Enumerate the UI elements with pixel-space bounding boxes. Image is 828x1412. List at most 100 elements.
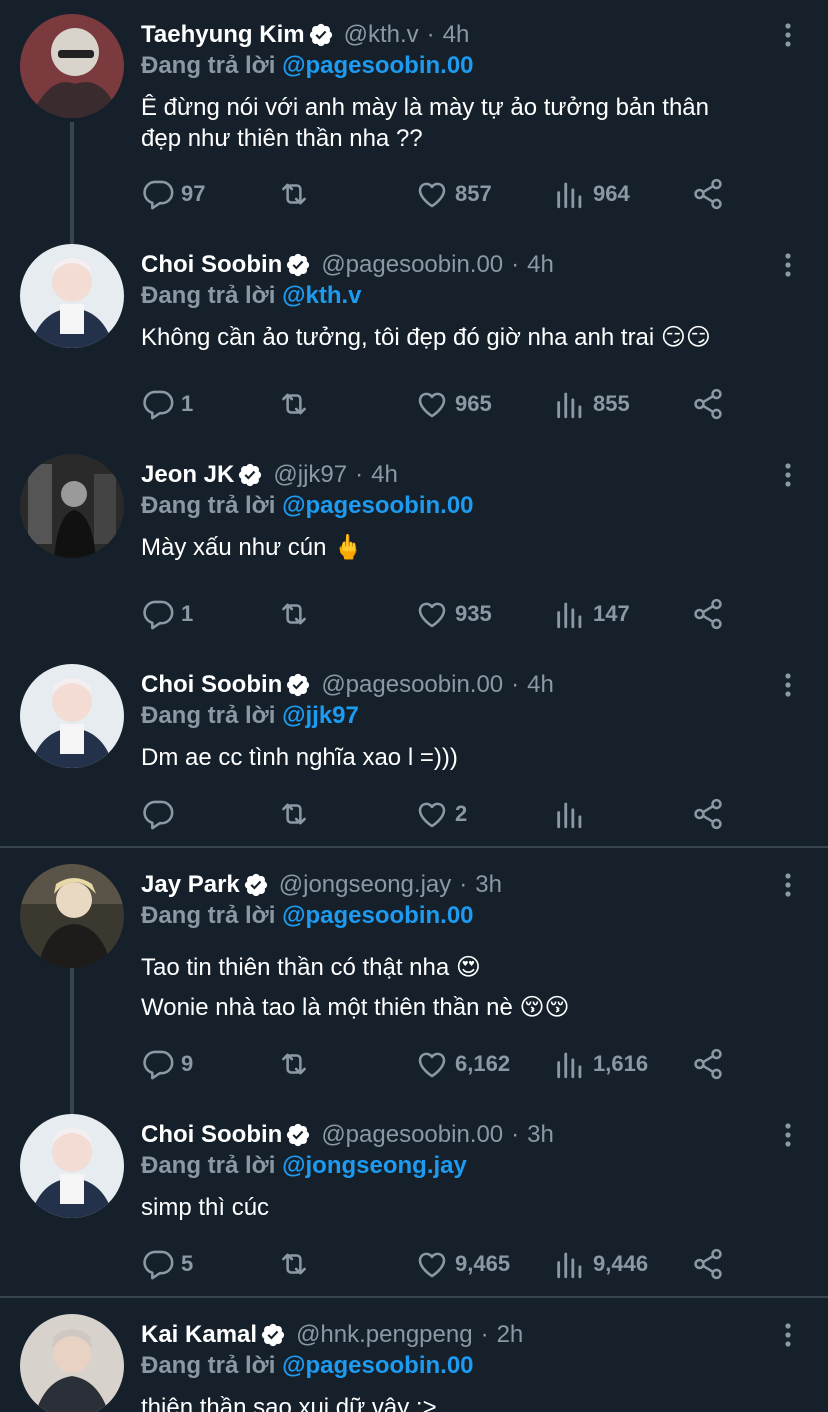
more-options-icon[interactable] — [778, 670, 798, 700]
more-options-icon[interactable] — [778, 460, 798, 490]
author-handle[interactable]: @jongseong.jay — [279, 871, 451, 899]
share-button[interactable] — [691, 1244, 725, 1284]
retweet-button[interactable] — [277, 794, 317, 834]
reply-button[interactable]: 5 — [141, 1244, 193, 1284]
author-handle[interactable]: @pagesoobin.00 — [321, 671, 503, 699]
like-button[interactable]: 857 — [415, 174, 492, 214]
timestamp[interactable]: 4h — [527, 251, 554, 279]
share-button[interactable] — [691, 594, 725, 634]
reply-button[interactable]: 1 — [141, 384, 193, 424]
retweet-button[interactable] — [277, 594, 317, 634]
reply-to-handle[interactable]: @kth.v — [282, 282, 361, 309]
timestamp[interactable]: 4h — [443, 21, 470, 49]
reply-to-handle[interactable]: @pagesoobin.00 — [282, 52, 473, 79]
reply-to-handle[interactable]: @jongseong.jay — [282, 1152, 467, 1179]
share-icon — [691, 177, 725, 211]
retweet-icon — [277, 1047, 311, 1081]
tweet[interactable]: Jeon JK @jjk97 · 4h Đang trả lời @pageso… — [0, 440, 828, 650]
tweet[interactable]: Choi Soobin @pagesoobin.00 · 4h Đang trả… — [0, 650, 828, 846]
tweet[interactable]: Choi Soobin @pagesoobin.00 · 4h Đang trả… — [0, 230, 828, 440]
reply-button[interactable]: 1 — [141, 594, 193, 634]
heart-icon — [415, 797, 449, 831]
retweet-icon — [277, 597, 311, 631]
author-name[interactable]: Jay Park — [141, 871, 240, 899]
avatar[interactable] — [20, 664, 124, 768]
more-options-icon[interactable] — [778, 1120, 798, 1150]
reply-button[interactable]: 9 — [141, 1044, 193, 1084]
share-button[interactable] — [691, 794, 725, 834]
more-options-icon[interactable] — [778, 1320, 798, 1350]
reply-to-handle[interactable]: @pagesoobin.00 — [282, 902, 473, 929]
view-count: 1,616 — [593, 1051, 649, 1076]
more-options-icon[interactable] — [778, 250, 798, 280]
reply-button[interactable]: 97 — [141, 174, 205, 214]
more-options-icon[interactable] — [778, 20, 798, 50]
share-button[interactable] — [691, 174, 725, 214]
retweet-icon — [277, 387, 311, 421]
separator-dot: · — [355, 461, 364, 488]
reply-context: Đang trả lời @pagesoobin.00 — [141, 52, 474, 80]
reply-context: Đang trả lời @pagesoobin.00 — [141, 902, 474, 930]
avatar[interactable] — [20, 1314, 124, 1412]
author-name[interactable]: Choi Soobin — [141, 251, 282, 279]
views-button[interactable]: 964 — [553, 174, 630, 214]
author-handle[interactable]: @hnk.pengpeng — [296, 1321, 473, 1349]
views-icon — [553, 1247, 587, 1281]
tweet[interactable]: Kai Kamal @hnk.pengpeng · 2h Đang trả lờ… — [0, 1300, 828, 1412]
views-icon — [553, 387, 587, 421]
views-button[interactable]: 1,616 — [553, 1044, 648, 1084]
author-name[interactable]: Choi Soobin — [141, 1121, 282, 1149]
avatar[interactable] — [20, 1114, 124, 1218]
timestamp[interactable]: 2h — [497, 1321, 524, 1349]
separator-dot: · — [511, 671, 520, 698]
reply-count: 5 — [181, 1251, 194, 1276]
share-button[interactable] — [691, 384, 725, 424]
author-name[interactable]: Jeon JK — [141, 461, 234, 489]
reply-count: 1 — [181, 601, 194, 626]
author-handle[interactable]: @jjk97 — [273, 461, 347, 489]
avatar[interactable] — [20, 244, 124, 348]
avatar[interactable] — [20, 864, 124, 968]
author-name[interactable]: Choi Soobin — [141, 671, 282, 699]
more-options-icon[interactable] — [778, 870, 798, 900]
timestamp[interactable]: 4h — [527, 671, 554, 699]
reply-to-handle[interactable]: @pagesoobin.00 — [282, 1352, 473, 1379]
like-button[interactable]: 2 — [415, 794, 467, 834]
views-button[interactable]: 147 — [553, 594, 630, 634]
views-button[interactable] — [553, 794, 593, 834]
like-button[interactable]: 935 — [415, 594, 492, 634]
reply-to-handle[interactable]: @jjk97 — [282, 702, 359, 729]
tweet-text: Ê đừng nói với anh mày là mày tự ảo tưởn… — [141, 92, 801, 154]
retweet-button[interactable] — [277, 384, 317, 424]
share-button[interactable] — [691, 1044, 725, 1084]
author-name[interactable]: Kai Kamal — [141, 1321, 257, 1349]
tweet[interactable]: Jay Park @jongseong.jay · 3h Đang trả lờ… — [0, 850, 828, 1100]
verified-badge-icon — [237, 462, 263, 488]
tweet-text: Mày xấu như cún 🖕 — [141, 532, 801, 563]
tweet[interactable]: Taehyung Kim @kth.v · 4h Đang trả lời @p… — [0, 0, 828, 230]
like-button[interactable]: 6,162 — [415, 1044, 510, 1084]
verified-badge-icon — [243, 872, 269, 898]
retweet-button[interactable] — [277, 1044, 317, 1084]
author-handle[interactable]: @pagesoobin.00 — [321, 251, 503, 279]
like-button[interactable]: 965 — [415, 384, 492, 424]
avatar[interactable] — [20, 14, 124, 118]
timestamp[interactable]: 4h — [371, 461, 398, 489]
reply-to-handle[interactable]: @pagesoobin.00 — [282, 492, 473, 519]
author-handle[interactable]: @pagesoobin.00 — [321, 1121, 503, 1149]
views-button[interactable]: 9,446 — [553, 1244, 648, 1284]
author-name[interactable]: Taehyung Kim — [141, 21, 305, 49]
author-handle[interactable]: @kth.v — [344, 21, 419, 49]
verified-badge-icon — [285, 672, 311, 698]
reply-button[interactable] — [141, 794, 181, 834]
timestamp[interactable]: 3h — [527, 1121, 554, 1149]
avatar[interactable] — [20, 454, 124, 558]
tweet[interactable]: Choi Soobin @pagesoobin.00 · 3h Đang trả… — [0, 1100, 828, 1296]
retweet-button[interactable] — [277, 1244, 317, 1284]
like-button[interactable]: 9,465 — [415, 1244, 510, 1284]
tweet-text-line: Dm ae cc tình nghĩa xao l =))) — [141, 744, 458, 771]
timestamp[interactable]: 3h — [475, 871, 502, 899]
retweet-button[interactable] — [277, 174, 317, 214]
views-button[interactable]: 855 — [553, 384, 630, 424]
kissing-emoji: 😚😚 — [519, 994, 570, 1021]
